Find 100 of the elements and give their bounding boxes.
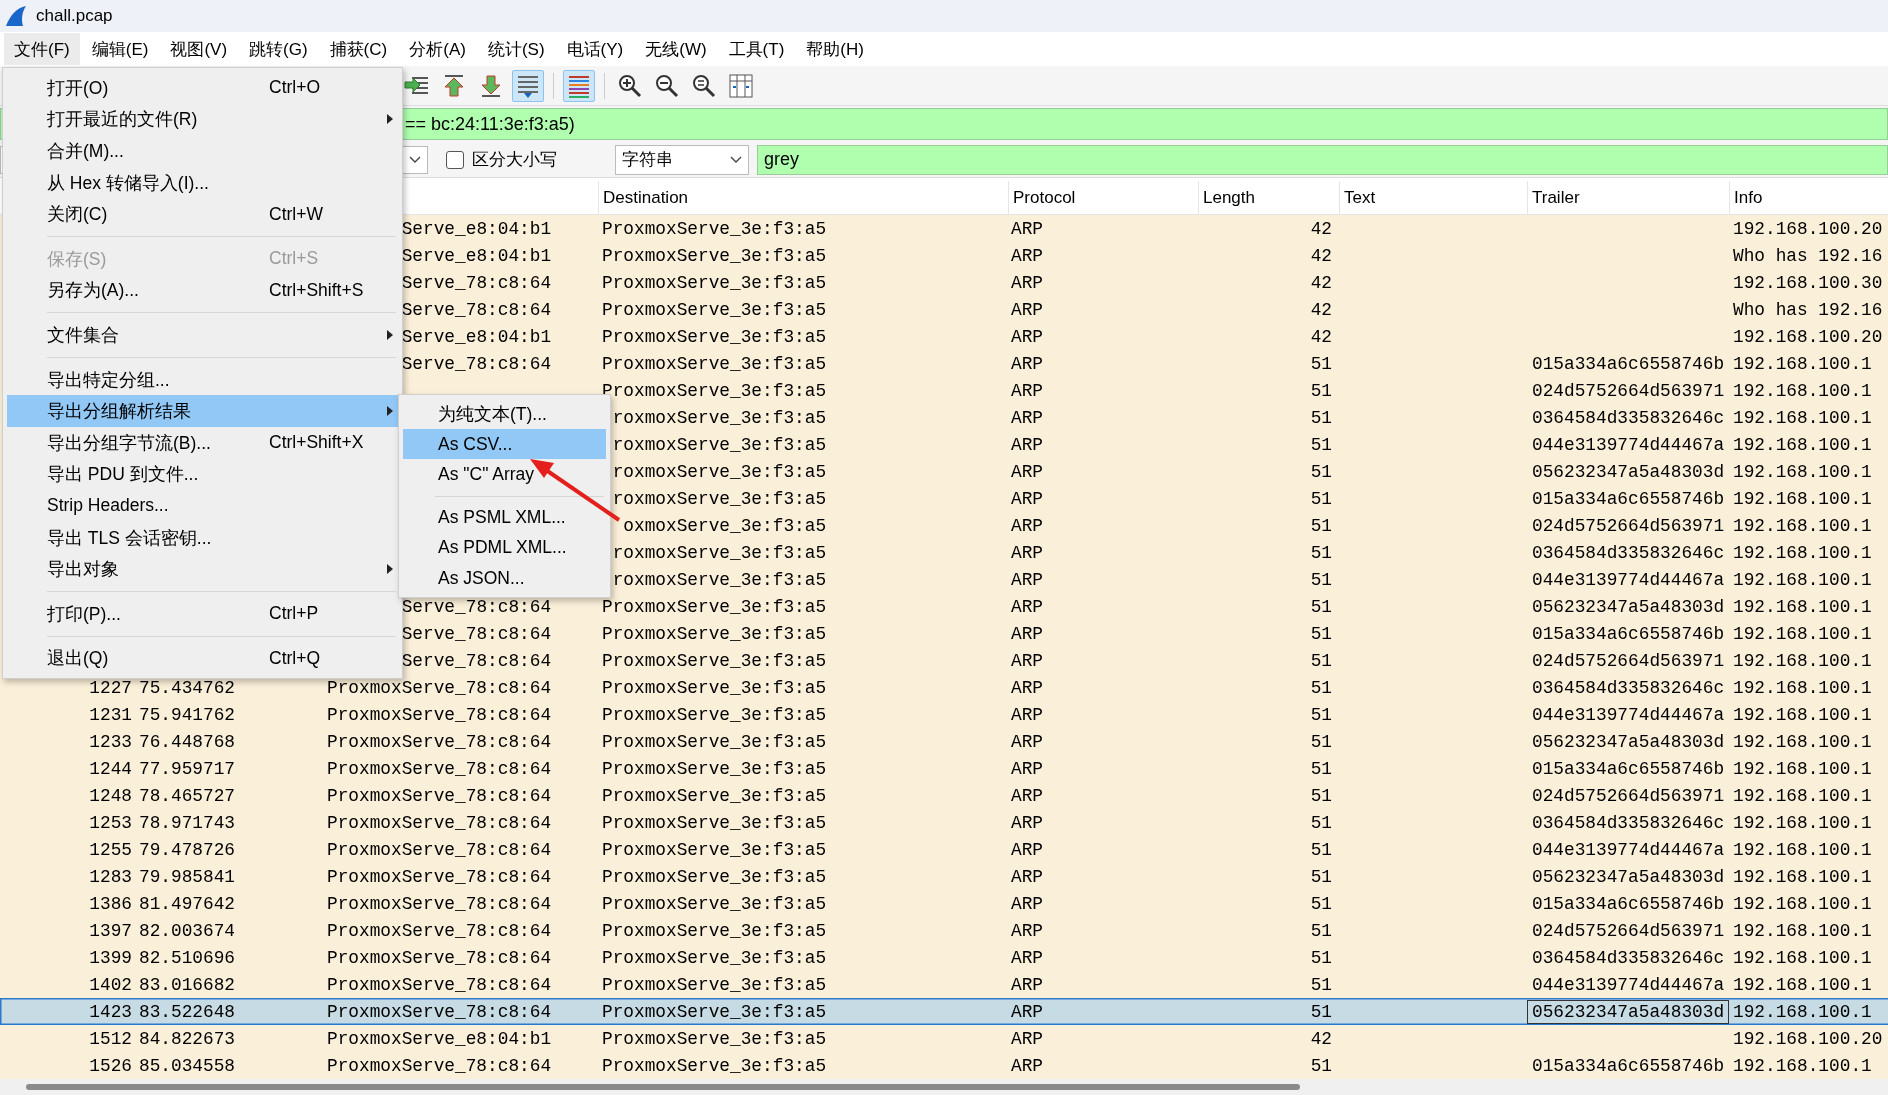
menu-item[interactable]: 帮助(H) <box>796 33 874 65</box>
column-header[interactable]: Info <box>1729 181 1888 214</box>
table-cell-text: 044e3139774d44467a <box>1531 433 1726 457</box>
search-field[interactable]: grey <box>757 144 1888 175</box>
table-cell-text: 015a334a6c6558746b <box>1531 352 1726 376</box>
table-cell-text: Serve_78:c8:64 <box>401 595 552 619</box>
table-cell-text: 1255 <box>88 838 133 862</box>
table-cell-text: ARP <box>1010 595 1044 619</box>
table-cell-text: 192.168.100.1 <box>1732 946 1873 970</box>
table-cell-text: 192.168.100.1 <box>1732 649 1873 673</box>
table-cell-text: 51 <box>1309 703 1333 727</box>
table-cell-text: 044e3139774d44467a <box>1531 568 1726 592</box>
table-cell-text: 51 <box>1309 514 1333 538</box>
menu-item[interactable]: As CSV... <box>403 429 606 460</box>
menu-item[interactable]: 视图(V) <box>160 33 238 65</box>
column-header[interactable]: Length <box>1198 181 1339 214</box>
table-cell-text: 192.168.100.1 <box>1732 433 1873 457</box>
table-cell-text: 044e3139774d44467a <box>1531 703 1726 727</box>
table-cell-text: 0364584d335832646c <box>1531 541 1726 565</box>
packet-row[interactable]: 1283 79.985841 ProxmoxServe_78:c8:64 ProxmoxServe_3e:f3:a5 ARP 51 056232347a5a48303d 192.168.100.1 <box>0 863 1888 890</box>
table-cell-text: 51 <box>1309 811 1333 835</box>
table-cell-text: ProxmoxServe_3e:f3:a5 <box>602 730 827 754</box>
packet-row[interactable]: 1227 75.434762 ProxmoxServe_78:c8:64 ProxmoxServe_3e:f3:a5 ARP 51 0364584d335832646c 192.168.100.1 <box>0 674 1888 701</box>
table-cell-text: roxmoxServe_3e:f3:a5 <box>612 568 827 592</box>
table-cell-text: ProxmoxServe_3e:f3:a5 <box>602 838 827 862</box>
table-cell-text: ProxmoxServe_3e:f3:a5 <box>602 784 827 808</box>
menu-item[interactable]: 分析(A) <box>399 33 476 65</box>
table-cell-text: ProxmoxServe_3e:f3:a5 <box>602 919 827 943</box>
table-cell-text: 42 <box>1309 325 1333 349</box>
table-cell-text: ProxmoxServe_3e:f3:a5 <box>602 892 827 916</box>
table-cell-text: 1512 <box>88 1027 133 1051</box>
table-cell-text: 192.168.100.30 <box>1732 271 1884 295</box>
table-cell-text: Serve_78:c8:64 <box>401 622 552 646</box>
packet-row[interactable]: 1233 76.448768 ProxmoxServe_78:c8:64 ProxmoxServe_3e:f3:a5 ARP 51 056232347a5a48303d 192.168.100.1 <box>0 728 1888 755</box>
column-header[interactable]: Protocol <box>1008 181 1198 214</box>
table-cell-text: 1248 <box>88 784 133 808</box>
menu-item[interactable]: 捕获(C) <box>319 33 398 65</box>
menu-item[interactable]: 电话(Y) <box>556 33 634 65</box>
table-cell-text: ARP <box>1010 568 1044 592</box>
table-cell-text: ProxmoxServe_78:c8:64 <box>327 838 552 862</box>
table-cell-text: ARP <box>1010 838 1044 862</box>
table-cell-text: ProxmoxServe_78:c8:64 <box>327 946 552 970</box>
checkbox-label: 区分大小写 <box>472 149 557 171</box>
packet-row[interactable]: 1253 78.971743 ProxmoxServe_78:c8:64 ProxmoxServe_3e:f3:a5 ARP 51 0364584d335832646c 192.168.100.1 <box>0 809 1888 836</box>
table-cell-text: 51 <box>1309 568 1333 592</box>
packet-row[interactable]: 1423 83.522648 ProxmoxServe_78:c8:64 ProxmoxServe_3e:f3:a5 ARP 51 056232347a5a48303d 192.168.100.1 <box>0 998 1888 1025</box>
column-header[interactable]: Destination <box>598 181 1008 214</box>
table-cell-text: 76.448768 <box>138 730 237 754</box>
table-cell-text: 0364584d335832646c <box>1531 946 1726 970</box>
table-cell-text: ProxmoxServe_78:c8:64 <box>327 811 552 835</box>
packet-row[interactable]: 1231 75.941762 ProxmoxServe_78:c8:64 ProxmoxServe_3e:f3:a5 ARP 51 044e3139774d44467a 192.168.100.1 <box>0 701 1888 728</box>
search-type-dropdown[interactable]: 字符串 <box>615 144 749 175</box>
table-cell-text: 192.168.100.1 <box>1732 541 1873 565</box>
menu-item[interactable]: 从 Hex 转储导入(I)... <box>7 166 398 199</box>
menu-item[interactable]: 跳转(G) <box>239 33 318 65</box>
menu-item[interactable]: 无线(W) <box>635 33 717 65</box>
table-cell-text: 51 <box>1309 541 1333 565</box>
packet-row[interactable]: 1399 82.510696 ProxmoxServe_78:c8:64 ProxmoxServe_3e:f3:a5 ARP 51 0364584d335832646c 192.168.100.1 <box>0 944 1888 971</box>
table-cell-text: 84.822673 <box>138 1027 237 1051</box>
table-cell-text: ProxmoxServe_3e:f3:a5 <box>602 271 827 295</box>
table-cell-text: 192.168.100.1 <box>1732 730 1873 754</box>
table-cell-text: Serve_78:c8:64 <box>401 271 552 295</box>
table-cell-text: ProxmoxServe_e8:04:b1 <box>327 1027 552 1051</box>
table-cell-text: 192.168.100.1 <box>1732 595 1873 619</box>
table-cell-text: 0364584d335832646c <box>1531 811 1726 835</box>
table-cell-text: 192.168.100.1 <box>1732 379 1873 403</box>
menu-item[interactable]: 导出分组解析结果 <box>7 395 398 427</box>
table-cell-text: ARP <box>1010 730 1044 754</box>
column-header[interactable]: Text <box>1339 181 1527 214</box>
table-cell-text: roxmoxServe_3e:f3:a5 <box>612 487 827 511</box>
packet-row[interactable]: 1244 77.959717 ProxmoxServe_78:c8:64 ProxmoxServe_3e:f3:a5 ARP 51 015a334a6c6558746b 192.168.100.1 <box>0 755 1888 782</box>
table-cell-text: 51 <box>1309 730 1333 754</box>
table-cell-text: 78.971743 <box>138 811 237 835</box>
menu-item[interactable]: 编辑(E) <box>81 33 159 65</box>
table-cell-text: ProxmoxServe_3e:f3:a5 <box>602 325 827 349</box>
packet-row[interactable]: 1255 79.478726 ProxmoxServe_78:c8:64 ProxmoxServe_3e:f3:a5 ARP 51 044e3139774d44467a 192.168.100.1 <box>0 836 1888 863</box>
table-cell-text: 1423 <box>88 1000 133 1024</box>
table-cell-text: 51 <box>1309 1054 1333 1078</box>
table-cell-text: 056232347a5a48303d <box>1531 865 1726 889</box>
packet-row[interactable]: 1402 83.016682 ProxmoxServe_78:c8:64 ProxmoxServe_3e:f3:a5 ARP 51 044e3139774d44467a 192.168.100.1 <box>0 971 1888 998</box>
table-cell-text: ARP <box>1010 1054 1044 1078</box>
table-cell-text: ProxmoxServe_78:c8:64 <box>327 1054 552 1078</box>
menu-item[interactable]: 文件(F) <box>4 33 80 65</box>
menu-item-label: As "C" Array <box>437 463 536 485</box>
table-cell-text: 51 <box>1309 838 1333 862</box>
menu-item[interactable]: 打开(O) Ctrl+O <box>7 72 398 104</box>
column-header[interactable]: Trailer <box>1527 181 1729 214</box>
table-cell-text: ProxmoxServe_3e:f3:a5 <box>602 352 827 376</box>
packet-row[interactable]: 1526 85.034558 ProxmoxServe_78:c8:64 ProxmoxServe_3e:f3:a5 ARP 51 015a334a6c6558746b 192.168.100.1 <box>0 1052 1888 1079</box>
table-cell-text: 51 <box>1309 757 1333 781</box>
table-cell-text: 1399 <box>88 946 133 970</box>
packet-row[interactable]: 1512 84.822673 ProxmoxServe_e8:04:b1 ProxmoxServe_3e:f3:a5 ARP 42 192.168.100.20 <box>0 1025 1888 1052</box>
packet-row[interactable]: 1386 81.497642 ProxmoxServe_78:c8:64 ProxmoxServe_3e:f3:a5 ARP 51 015a334a6c6558746b 192.168.100.1 <box>0 890 1888 917</box>
table-cell-text: 192.168.100.1 <box>1732 892 1873 916</box>
menu-item[interactable]: 统计(S) <box>477 33 555 65</box>
packet-row[interactable]: 1397 82.003674 ProxmoxServe_78:c8:64 ProxmoxServe_3e:f3:a5 ARP 51 024d5752664d563971 192.168.100.1 <box>0 917 1888 944</box>
table-cell-text: Who has 192.16 <box>1732 244 1884 268</box>
packet-row[interactable]: 1248 78.465727 ProxmoxServe_78:c8:64 ProxmoxServe_3e:f3:a5 ARP 51 024d5752664d563971 192.168.100.1 <box>0 782 1888 809</box>
table-cell-text: 056232347a5a48303d <box>1531 595 1726 619</box>
menu-item[interactable]: 工具(T) <box>718 33 795 65</box>
